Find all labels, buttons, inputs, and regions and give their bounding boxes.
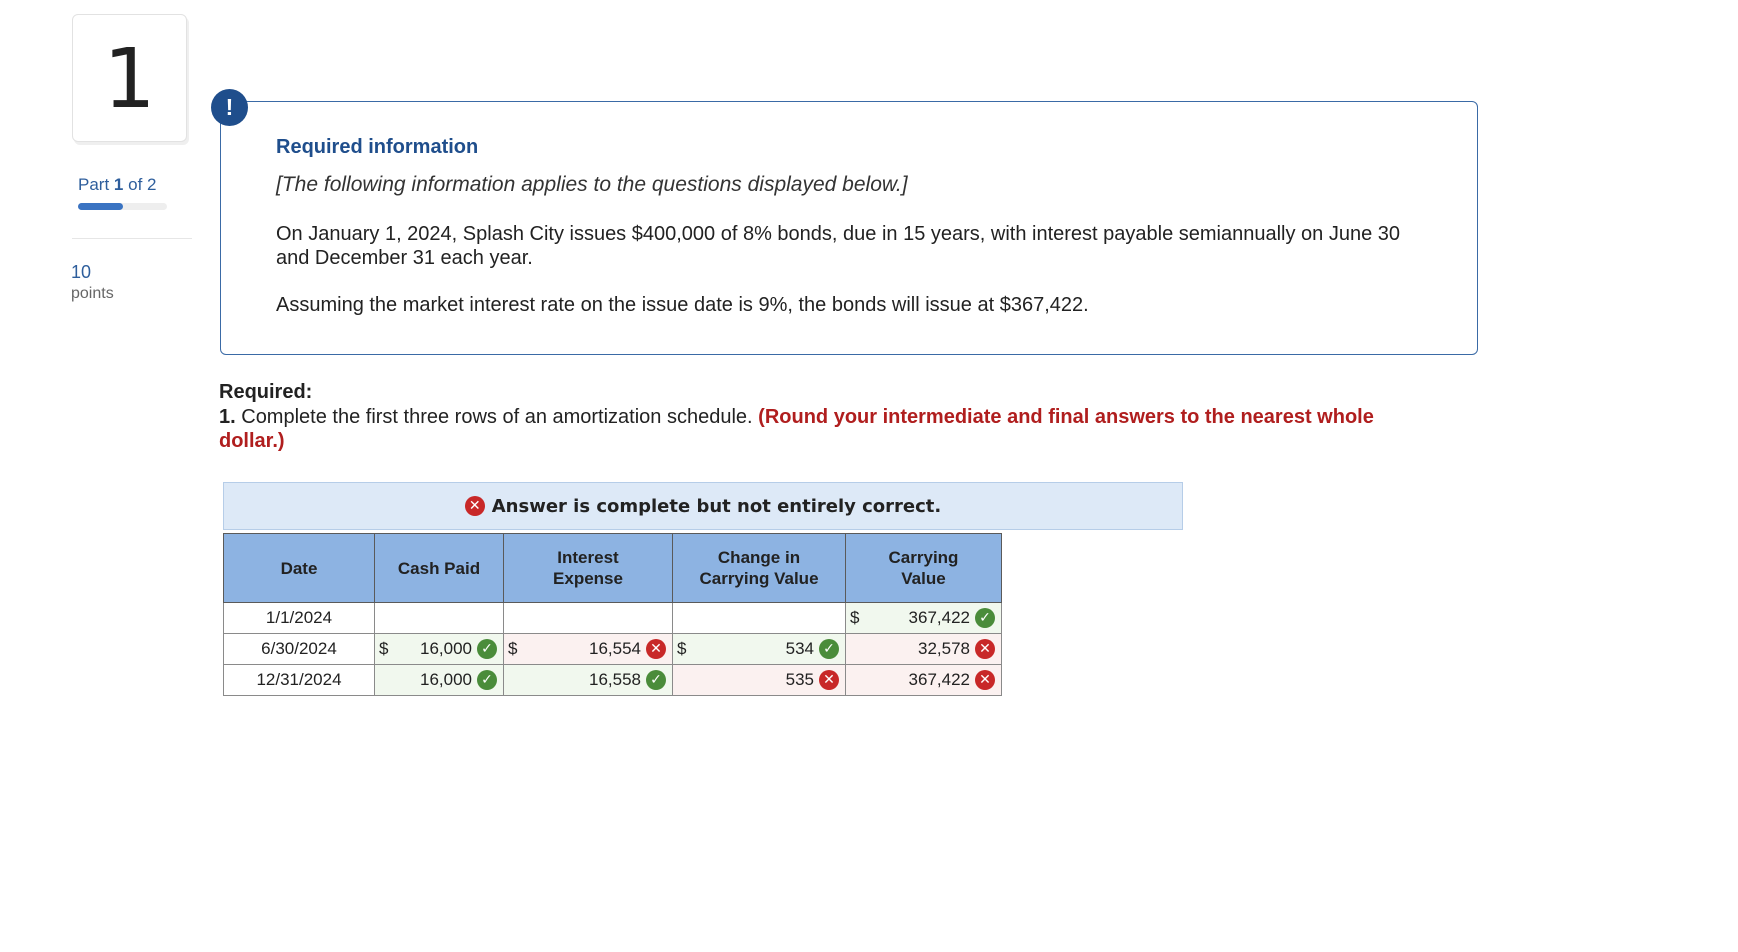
part-current: 1 [113, 175, 124, 194]
question-number: 1 [103, 32, 156, 127]
sidebar-divider [72, 238, 192, 239]
currency-symbol: $ [850, 608, 860, 627]
answer-status-message: Answer is complete but not entirely corr… [491, 495, 942, 517]
question-number-card: 1 [72, 14, 187, 142]
table-row: 6/30/2024 $16,000 ✓ $16,554 ✕ $534 ✓ 32,578 ✕ [223, 633, 1002, 665]
required-information-title: Required information [276, 136, 479, 158]
check-circle-icon: ✓ [819, 639, 839, 659]
answer-status-banner: ✕ Answer is complete but not entirely co… [223, 482, 1183, 530]
cell-value: 32,578 [918, 639, 970, 658]
part-progress-bar [78, 203, 167, 210]
cell-value: 16,000 [420, 670, 472, 689]
check-circle-icon: ✓ [477, 670, 497, 690]
required-heading: Required: [219, 381, 313, 403]
x-circle-icon: ✕ [975, 639, 995, 659]
cell-interest-expense[interactable]: $16,554 ✕ [503, 633, 673, 665]
points-label: points [71, 285, 114, 302]
check-circle-icon: ✓ [477, 639, 497, 659]
cell-cash-paid[interactable]: 16,000 ✓ [374, 664, 504, 696]
header-change-in-carrying-value: Change in Carrying Value [672, 533, 846, 603]
cell-carrying-value[interactable]: 367,422 ✕ [845, 664, 1002, 696]
x-circle-icon: ✕ [646, 639, 666, 659]
header-date: Date [223, 533, 375, 603]
part-total: of 2 [128, 175, 157, 194]
cell-carrying-value[interactable]: $367,422 ✓ [845, 602, 1002, 634]
alert-icon: ! [211, 89, 248, 126]
required-item-text: Complete the first three rows of an amor… [235, 406, 759, 428]
cell-date: 1/1/2024 [223, 602, 375, 634]
part-progress-fill [78, 203, 123, 210]
cell-value: 16,558 [589, 670, 641, 689]
cell-date: 12/31/2024 [223, 664, 375, 696]
cell-value: 16,554 [589, 639, 641, 658]
currency-symbol: $ [508, 639, 518, 658]
cell-change-in-carrying-value[interactable]: $534 ✓ [672, 633, 846, 665]
required-item-number: 1. [219, 406, 236, 428]
problem-paragraph-2: Assuming the market interest rate on the… [276, 294, 1089, 316]
cell-value: 535 [785, 670, 814, 689]
points-value: 10 [71, 262, 92, 282]
cell-cash-paid[interactable]: $16,000 ✓ [374, 633, 504, 665]
header-interest-expense: Interest Expense [503, 533, 673, 603]
x-circle-icon: ✕ [975, 670, 995, 690]
applies-note: [The following information applies to th… [276, 173, 908, 196]
cell-value: 367,422 [908, 608, 970, 627]
cell-change-in-carrying-value[interactable]: 535 ✕ [672, 664, 846, 696]
cell-cash-paid[interactable] [374, 602, 504, 634]
currency-symbol: $ [379, 639, 389, 658]
cell-interest-expense[interactable]: 16,558 ✓ [503, 664, 673, 696]
cell-interest-expense[interactable] [503, 602, 673, 634]
table-row: 12/31/2024 16,000 ✓ 16,558 ✓ 535 ✕ 367,422 ✕ [223, 664, 1002, 696]
table-row: 1/1/2024 $367,422 ✓ [223, 602, 1002, 634]
header-cash-paid: Cash Paid [374, 533, 504, 603]
cell-carrying-value[interactable]: 32,578 ✕ [845, 633, 1002, 665]
table-header-row: Date Cash Paid Interest Expense Change in… [223, 533, 1002, 603]
cell-date: 6/30/2024 [223, 633, 375, 665]
currency-symbol: $ [677, 639, 687, 658]
required-instruction: 1. Complete the first three rows of an a… [219, 405, 1439, 453]
cell-value: 367,422 [908, 670, 970, 689]
x-circle-icon: ✕ [819, 670, 839, 690]
cell-change-in-carrying-value[interactable] [672, 602, 846, 634]
check-circle-icon: ✓ [646, 670, 666, 690]
check-circle-icon: ✓ [975, 608, 995, 628]
problem-paragraph-1: On January 1, 2024, Splash City issues $… [276, 223, 1401, 269]
part-prefix: Part [78, 175, 110, 194]
header-carrying-value: Carrying Value [845, 533, 1002, 603]
amortization-schedule-table: Date Cash Paid Interest Expense Change in… [223, 533, 1002, 696]
x-circle-icon: ✕ [464, 496, 485, 516]
cell-value: 534 [785, 639, 814, 658]
cell-value: 16,000 [420, 639, 472, 658]
part-indicator: Part 1 of 2 [78, 175, 156, 195]
